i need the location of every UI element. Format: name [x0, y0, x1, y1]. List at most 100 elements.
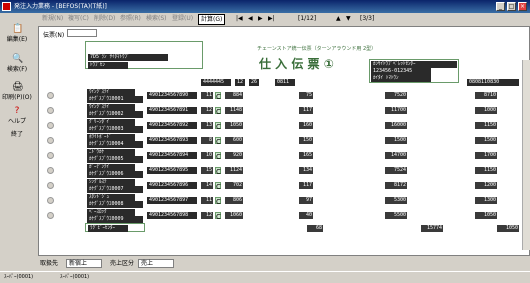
code[interactable]: 26: [249, 79, 259, 86]
row-jan[interactable]: 4901234567898: [147, 212, 197, 219]
row-unit[interactable]: C: [215, 152, 221, 161]
nav-first-button[interactable]: |◀: [234, 14, 245, 23]
vendor-code[interactable]: 123456-012345: [371, 68, 431, 75]
calc-menu[interactable]: 計算(G): [198, 14, 226, 25]
row-amt[interactable]: 11700: [385, 107, 407, 114]
row-qty[interactable]: 11: [201, 197, 213, 204]
row-unit[interactable]: C: [215, 212, 221, 221]
row-cost[interactable]: 1060: [225, 212, 243, 219]
row-jan[interactable]: 4901234567896: [147, 182, 197, 189]
copy-menu[interactable]: 複写(C): [66, 14, 91, 23]
row-sub[interactable]: ｶｹｸﾞｽﾌﾞｳｴ0005: [87, 156, 143, 163]
row-unit[interactable]: C: [215, 182, 221, 191]
date-full[interactable]: 0808110830: [467, 79, 519, 86]
row-price[interactable]: 117: [299, 107, 313, 114]
row-jan[interactable]: 4901234567895: [147, 167, 197, 174]
maximize-button[interactable]: □: [507, 2, 516, 11]
row-jan[interactable]: 4901234567890: [147, 92, 197, 99]
date[interactable]: 0811: [275, 79, 295, 86]
row-name[interactable]: ﾍﾞｰｽﾛｯｸ: [87, 209, 135, 216]
row-qty[interactable]: 15: [201, 167, 213, 174]
row-name[interactable]: ｶﾞｰﾃﾞﾝﾃｲ: [87, 164, 135, 171]
row-sale[interactable]: 1300: [475, 197, 497, 204]
vendor-city[interactable]: ｶｲﾀｲ ﾄﾏﾄｳﾝ: [371, 75, 431, 82]
nav-next-button[interactable]: ▶: [256, 14, 265, 23]
row-jan[interactable]: 4901234567892: [147, 122, 197, 129]
row-amt[interactable]: 16000: [385, 122, 407, 129]
up-arrow-icon[interactable]: ▲: [334, 14, 343, 23]
row-amt[interactable]: 14700: [385, 152, 407, 159]
row-qty[interactable]: 8: [201, 137, 213, 144]
row-jan[interactable]: 4901234567894: [147, 152, 197, 159]
row-sub[interactable]: ｶｹｸﾞｽﾌﾞｳｴ0006: [87, 171, 143, 178]
vertical-scrollbar[interactable]: [522, 60, 530, 250]
row-sale[interactable]: 8710: [475, 92, 497, 99]
row-sub[interactable]: ｶｹｸﾞｽﾌﾞｳｴ0009: [87, 216, 143, 223]
row-sale[interactable]: 1700: [475, 152, 497, 159]
row-sale[interactable]: 1000: [475, 107, 497, 114]
row-unit[interactable]: C: [215, 92, 221, 101]
row-unit[interactable]: C: [215, 122, 221, 131]
row-sub[interactable]: ｶｹｸﾞｽﾌﾞｳｴ0007: [87, 186, 143, 193]
row-jan[interactable]: 4901234567893: [147, 137, 197, 144]
row-cost[interactable]: 884: [225, 92, 243, 99]
row-price[interactable]: 165: [299, 152, 313, 159]
edit-button[interactable]: 📋 編集(E): [2, 23, 32, 51]
row-qty[interactable]: 11: [201, 92, 213, 99]
row-price[interactable]: 117: [299, 182, 313, 189]
row-sale[interactable]: 1200: [475, 182, 497, 189]
row-name[interactable]: ｼﾝｸﾞﾙｽﾃ: [87, 179, 135, 186]
row-price[interactable]: 40: [299, 212, 313, 219]
row-qty[interactable]: 12: [201, 212, 213, 219]
search-menu[interactable]: 検索(S): [144, 14, 169, 23]
register-menu[interactable]: 登録(U): [170, 14, 195, 23]
row-name[interactable]: ｳｲﾝｸﾞｽﾃｲ: [87, 89, 135, 96]
delete-menu[interactable]: 削除(D): [92, 14, 117, 23]
row-sub[interactable]: ｶｹｸﾞｽﾌﾞｳｴ0004: [87, 141, 143, 148]
row-qty[interactable]: 10: [201, 152, 213, 159]
footer-label[interactable]: ﾗｸﾞﾋﾞｰｾﾝﾀｰ: [88, 225, 128, 232]
row-name[interactable]: ﾎﾜｲﾄﾎﾞｰﾄﾞ: [87, 134, 135, 141]
row-sub[interactable]: ｶｹｸﾞｽﾌﾞｳｴ0001: [87, 96, 143, 103]
row-name[interactable]: ﾆﾄﾞｳｶｹ: [87, 149, 135, 156]
exit-button[interactable]: 終了: [2, 129, 32, 157]
store-name[interactable]: 7D5ﾞﾗﾝ ｻｲﾀﾏﾄｳﾌﾞ: [88, 54, 168, 61]
row-unit[interactable]: C: [215, 107, 221, 116]
row-cost[interactable]: 806: [225, 197, 243, 204]
ref-menu[interactable]: 参照(R): [118, 14, 143, 23]
row-cost[interactable]: 920: [225, 152, 243, 159]
row-jan[interactable]: 4901234567897: [147, 197, 197, 204]
row-sub[interactable]: ｶｹｸﾞｽﾌﾞｳｴ0003: [87, 126, 143, 133]
row-name[interactable]: ｸﾞﾘｰﾝﾀﾞｲ: [87, 119, 135, 126]
row-amt[interactable]: 7524: [385, 167, 407, 174]
slip-no-input[interactable]: [67, 29, 97, 37]
close-button[interactable]: ×: [518, 2, 527, 11]
row-price[interactable]: 97: [299, 197, 313, 204]
row-cost[interactable]: 702: [225, 182, 243, 189]
row-sale[interactable]: 1150: [475, 167, 497, 174]
row-price[interactable]: 134: [299, 167, 313, 174]
row-unit[interactable]: C: [215, 137, 221, 146]
row-qty[interactable]: 13: [201, 122, 213, 129]
row-cost[interactable]: 1124: [225, 167, 243, 174]
row-jan[interactable]: 4901234567891: [147, 107, 197, 114]
row-name[interactable]: ｳｲﾝｸﾞｽﾃｲ: [87, 104, 135, 111]
order-no[interactable]: 4444445: [201, 79, 231, 86]
dept[interactable]: 12: [235, 79, 245, 86]
row-sale[interactable]: 1150: [475, 122, 497, 129]
new-menu[interactable]: 新規(N): [40, 14, 65, 23]
down-arrow-icon[interactable]: ▼: [344, 14, 353, 23]
row-sale[interactable]: 1050: [475, 212, 497, 219]
minimize-button[interactable]: _: [496, 2, 505, 11]
filter-select-2[interactable]: 売上: [138, 259, 174, 268]
row-amt[interactable]: 1500: [385, 137, 407, 144]
row-price[interactable]: 75: [299, 92, 313, 99]
row-name[interactable]: ｽﾀﾝﾄﾞｼﾞｭ: [87, 194, 135, 201]
search-button[interactable]: 🔍 検索(F): [2, 53, 32, 81]
row-qty[interactable]: 12: [201, 107, 213, 114]
row-price[interactable]: 160: [299, 122, 313, 129]
row-amt[interactable]: 5500: [385, 212, 407, 219]
row-sub[interactable]: ｶｹｸﾞｽﾌﾞｳｴ0002: [87, 111, 143, 118]
row-qty[interactable]: 14: [201, 182, 213, 189]
row-cost[interactable]: 600: [225, 137, 243, 144]
